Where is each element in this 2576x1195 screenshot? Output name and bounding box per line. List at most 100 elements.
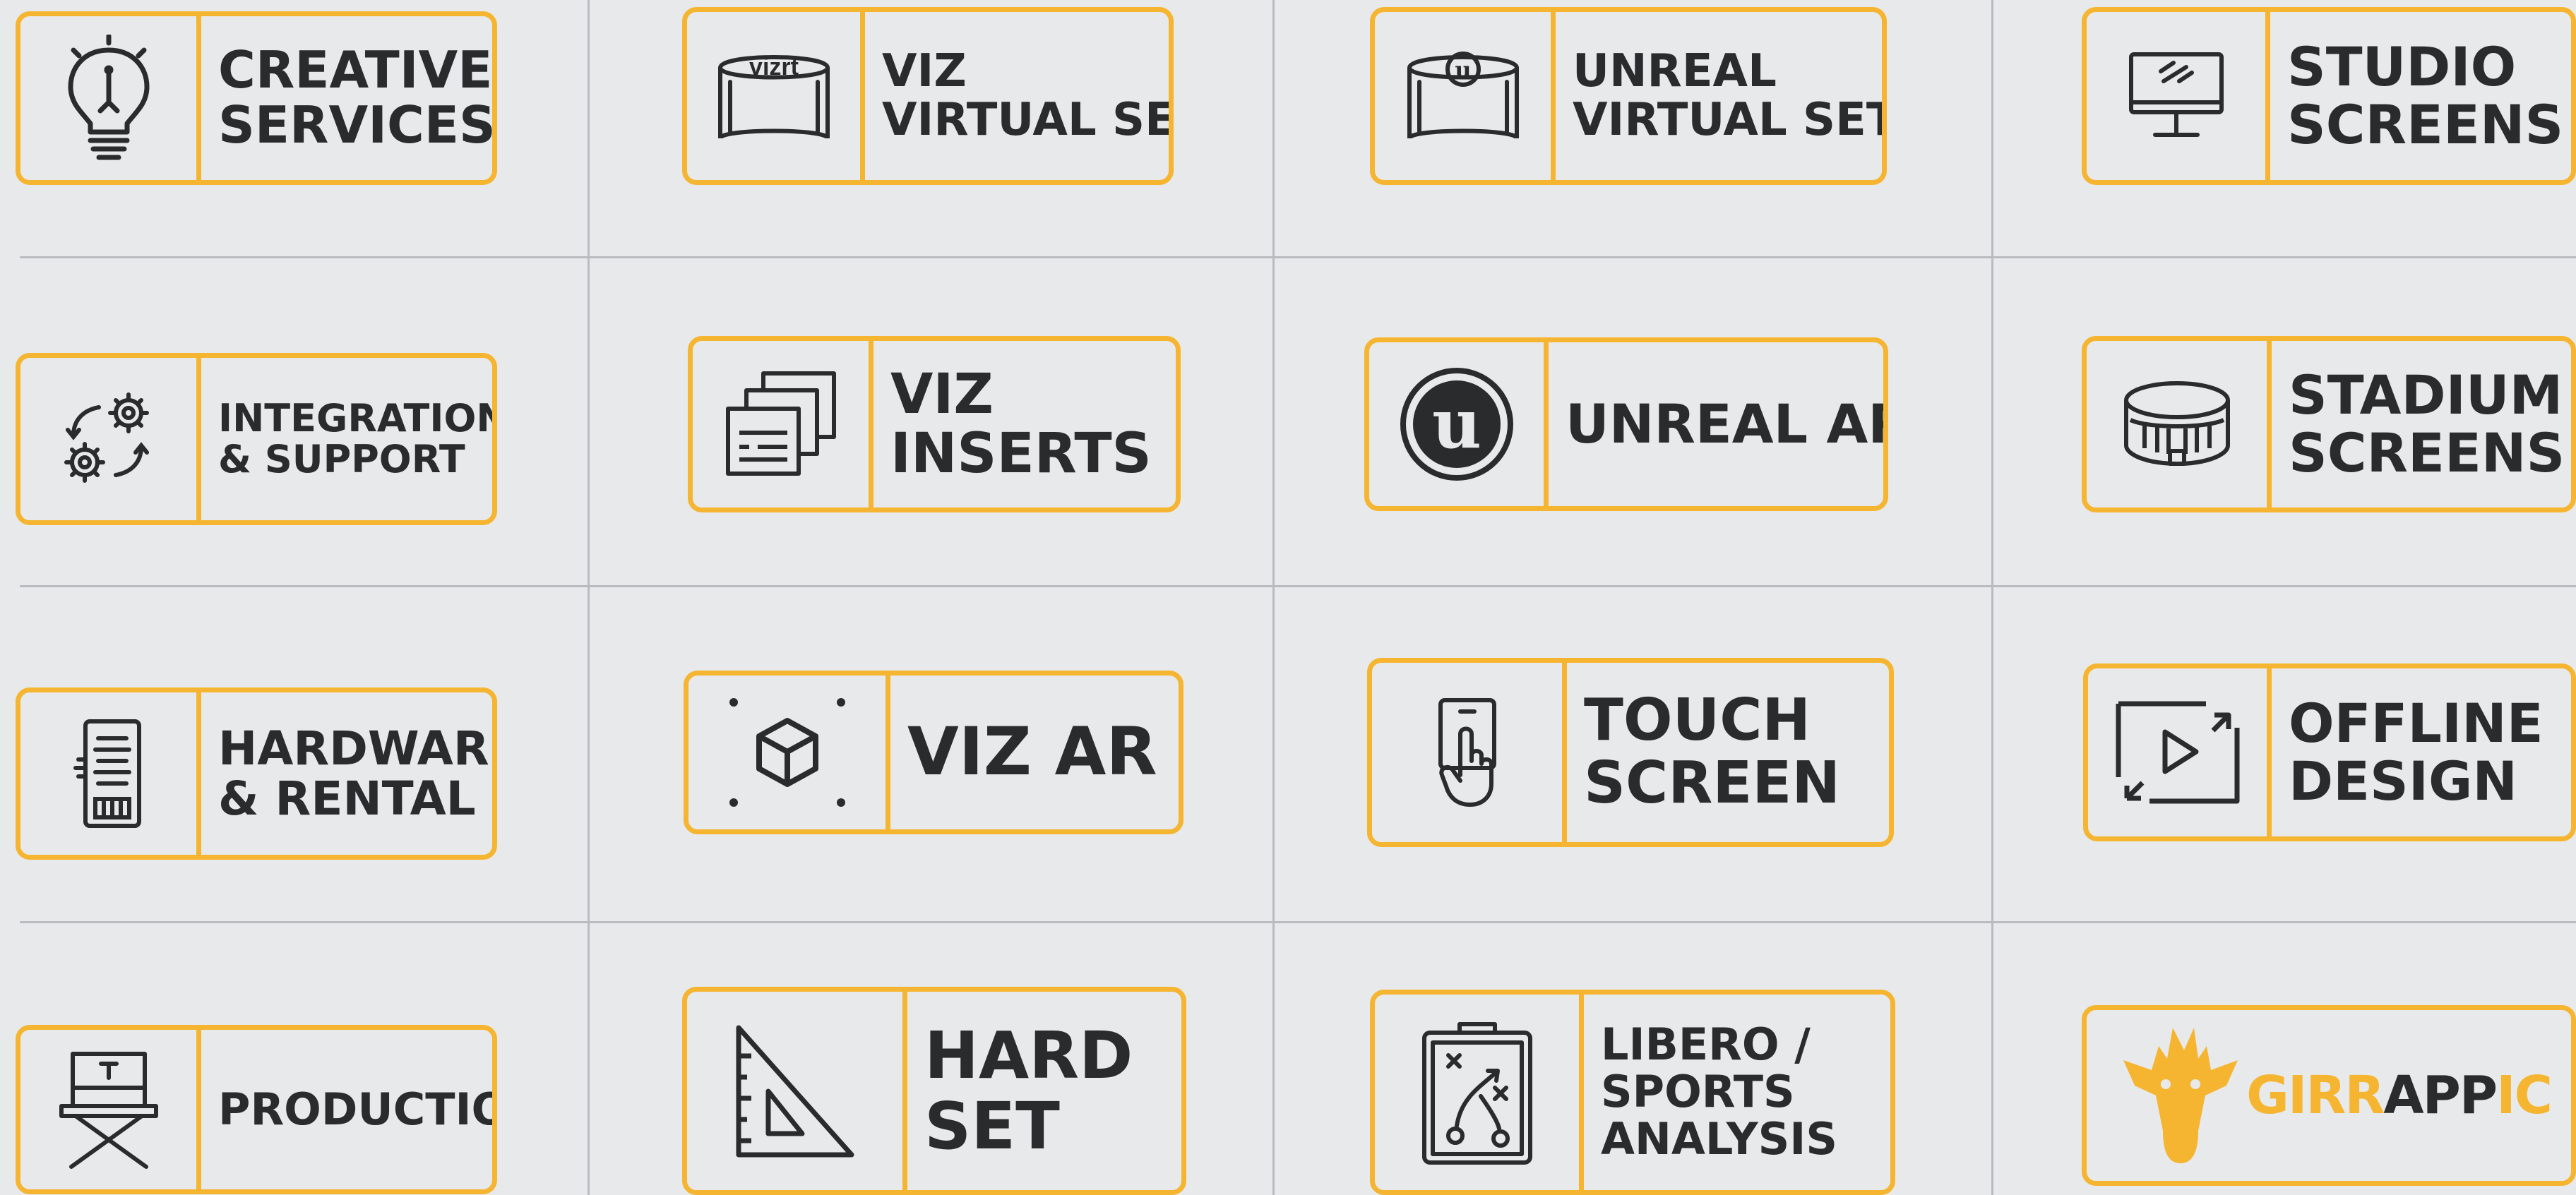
label-line: STADIUM xyxy=(2289,363,2563,426)
touch-screen-tile[interactable]: TOUCH SCREEN xyxy=(1367,658,1894,847)
label-line: VIRTUAL SET xyxy=(1573,94,1882,146)
label-line: HARD xyxy=(924,1018,1133,1094)
creative-services-tile[interactable]: CREATIVE SERVICES xyxy=(16,11,497,185)
libero-sports-analysis-tile[interactable]: LIBERO / SPORTS ANALYSIS xyxy=(1370,990,1895,1195)
unreal-ar-tile[interactable]: u UNREAL AR xyxy=(1364,337,1888,511)
set-square-icon xyxy=(736,1025,854,1157)
label-line: LIBERO / xyxy=(1601,1019,1811,1071)
label-line: DESIGN xyxy=(2289,750,2518,812)
icon-cell xyxy=(687,992,907,1190)
icon-cell xyxy=(693,341,873,508)
icon-cell: u xyxy=(1369,342,1549,506)
label-line: ANALYSIS xyxy=(1601,1112,1837,1165)
icon-cell xyxy=(20,692,201,855)
tile-label: CREATIVE SERVICES xyxy=(201,16,492,180)
label-line: VIRTUAL SET xyxy=(882,94,1169,146)
tile-label: STUDIO SCREENS xyxy=(2270,12,2571,180)
tile-label: TOUCH SCREEN xyxy=(1567,663,1889,842)
label-line: SCREENS xyxy=(2287,93,2564,156)
tile-label: VIZ VIRTUAL SET xyxy=(865,12,1169,180)
icon-cell xyxy=(20,358,201,520)
tile-label: INTEGRATION & SUPPORT xyxy=(201,358,492,520)
svg-text:u: u xyxy=(1432,384,1481,464)
unreal-virtual-set-tile[interactable]: u UNREAL VIRTUAL SET xyxy=(1370,7,1887,185)
label-line: STUDIO xyxy=(2287,35,2517,98)
tile-label: LIBERO / SPORTS ANALYSIS xyxy=(1584,995,1890,1190)
tile-label: VIZ INSERTS xyxy=(873,341,1176,508)
icon-cell xyxy=(1372,663,1567,842)
label-line: SCREENS xyxy=(2289,421,2565,484)
label-line: & SUPPORT xyxy=(218,437,465,481)
icon-cell xyxy=(2088,668,2272,836)
label-line: OFFLINE xyxy=(2289,691,2544,755)
label-line: VIZ xyxy=(890,362,994,426)
label-line: UNREAL AR xyxy=(1566,392,1883,455)
touch-hand-icon xyxy=(1438,698,1496,807)
label-line: TOUCH xyxy=(1584,687,1811,755)
vizrt-virtual-set-icon: vizrt xyxy=(717,54,830,140)
stacked-windows-icon xyxy=(725,371,836,476)
wordmark-part: IC xyxy=(2496,1065,2553,1126)
production-tile[interactable]: PRODUCTION xyxy=(16,1025,497,1194)
label-line: VIZ AR xyxy=(907,714,1157,791)
studio-screens-tile[interactable]: STUDIO SCREENS xyxy=(2082,7,2576,185)
grid-divider xyxy=(20,585,2576,587)
director-chair-icon xyxy=(59,1052,158,1169)
label-line: CREATIVE xyxy=(218,40,492,100)
svg-text:u: u xyxy=(1455,56,1471,83)
icon-cell xyxy=(1375,995,1584,1190)
tile-label: HARDWARE & RENTAL xyxy=(201,692,492,855)
icon-cell xyxy=(688,675,890,829)
grid-divider xyxy=(20,256,2576,258)
label-line: VIZ xyxy=(882,44,967,97)
svg-text:vizrt: vizrt xyxy=(749,54,799,80)
unreal-logo-icon: u xyxy=(1400,368,1513,481)
tile-label: VIZ AR xyxy=(890,675,1179,829)
icon-cell xyxy=(20,16,201,180)
play-frame-icon xyxy=(2116,701,2239,804)
label-line: INTEGRATION xyxy=(218,395,492,440)
grid-divider xyxy=(588,0,590,1195)
grid-divider xyxy=(1272,0,1275,1195)
label-line: SET xyxy=(924,1088,1060,1164)
label-line: HARDWARE xyxy=(218,721,492,776)
server-icon xyxy=(73,719,141,828)
hardware-rental-tile[interactable]: HARDWARE & RENTAL xyxy=(16,687,497,860)
label-line: SERVICES xyxy=(218,95,492,155)
stadium-icon xyxy=(2123,381,2230,466)
tile-label: UNREAL VIRTUAL SET xyxy=(1556,12,1882,180)
label-line: & RENTAL xyxy=(218,771,476,826)
offline-design-tile[interactable]: OFFLINE DESIGN xyxy=(2083,663,2576,841)
label-line: UNREAL xyxy=(1573,44,1777,97)
girrappic-wordmark: GIRRAPPIC xyxy=(2246,1065,2553,1126)
grid-divider xyxy=(20,921,2576,923)
viz-virtual-set-tile[interactable]: vizrt VIZ VIRTUAL SET xyxy=(682,7,1174,185)
label-line: INSERTS xyxy=(890,422,1152,486)
ar-cube-icon xyxy=(729,698,845,807)
tile-label: STADIUM SCREENS xyxy=(2272,341,2571,508)
tactics-clipboard-icon xyxy=(1421,1021,1532,1165)
icon-cell xyxy=(2087,12,2270,180)
tile-label: OFFLINE DESIGN xyxy=(2272,668,2571,836)
gears-cycle-icon xyxy=(64,392,149,483)
stadium-screens-tile[interactable]: STADIUM SCREENS xyxy=(2082,336,2576,512)
label-line: PRODUCTION xyxy=(218,1083,492,1135)
viz-ar-tile[interactable]: VIZ AR xyxy=(684,671,1183,834)
integration-support-tile[interactable]: INTEGRATION & SUPPORT xyxy=(16,353,497,525)
icon-cell xyxy=(2087,341,2272,508)
tile-label: UNREAL AR xyxy=(1549,342,1883,506)
hard-set-tile[interactable]: HARD SET xyxy=(682,987,1186,1195)
icon-cell: u xyxy=(1375,12,1556,180)
girrappic-tile[interactable]: GIRRAPPIC xyxy=(2082,1005,2576,1186)
monitor-icon xyxy=(2128,52,2224,137)
tile-label: HARD SET xyxy=(907,992,1181,1190)
icon-cell xyxy=(20,1030,201,1189)
grid-divider xyxy=(1991,0,1993,1195)
label-line: SPORTS xyxy=(1601,1066,1795,1118)
wordmark-part: GIRR xyxy=(2246,1065,2385,1126)
giraffe-logo-icon xyxy=(2123,1028,2238,1163)
viz-inserts-tile[interactable]: VIZ INSERTS xyxy=(688,336,1181,512)
wordmark-part: APP xyxy=(2383,1065,2498,1126)
lightbulb-icon xyxy=(68,35,149,160)
tile-label: PRODUCTION xyxy=(201,1030,492,1189)
